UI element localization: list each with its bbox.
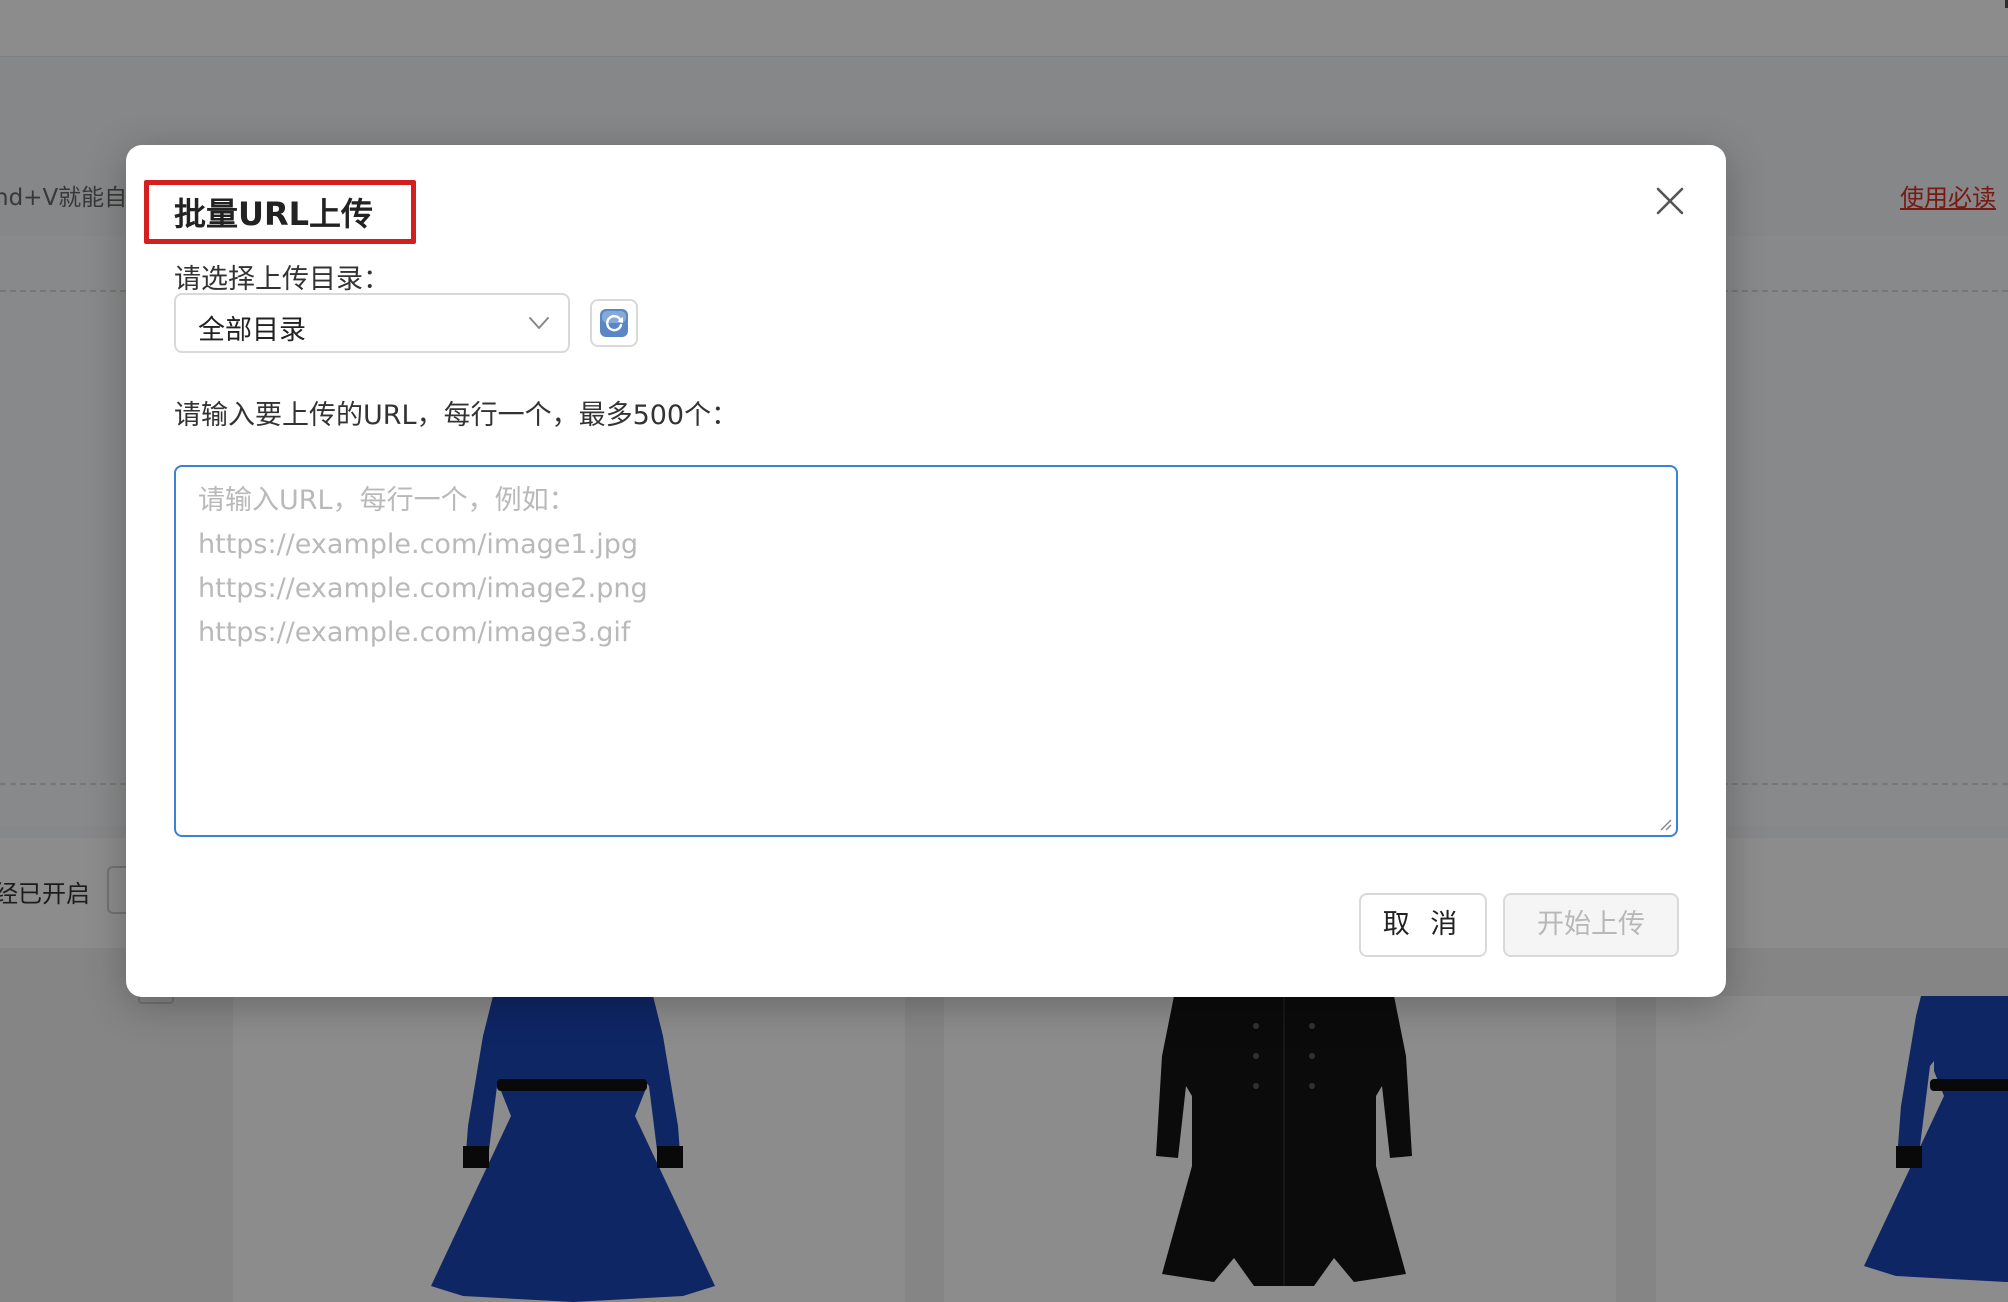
refresh-directory-button[interactable] xyxy=(590,299,638,347)
placeholder-line: https://example.com/image1.jpg xyxy=(198,529,638,560)
placeholder-line: 请输入URL，每行一个，例如： xyxy=(198,485,576,516)
placeholder-line: https://example.com/image2.png xyxy=(198,573,648,604)
placeholder-line: https://example.com/image3.gif xyxy=(198,617,631,648)
chevron-down-icon xyxy=(529,317,549,329)
resize-grip-icon[interactable] xyxy=(1658,817,1672,831)
start-upload-button[interactable]: 开始上传 xyxy=(1503,893,1679,957)
url-textarea[interactable]: 请输入URL，每行一个，例如： https://example.com/imag… xyxy=(174,465,1678,837)
close-button[interactable] xyxy=(1650,181,1690,221)
directory-label: 请选择上传目录： xyxy=(174,264,390,295)
refresh-icon xyxy=(600,309,628,337)
dialog-title: 批量URL上传 xyxy=(174,195,374,233)
url-input-label: 请输入要上传的URL，每行一个，最多500个： xyxy=(174,400,739,431)
batch-url-upload-dialog: 批量URL上传 请选择上传目录： 全部目录 请输入要上传的URL，每行一个，最多… xyxy=(126,145,1726,997)
directory-select[interactable]: 全部目录 xyxy=(174,293,570,353)
close-icon xyxy=(1656,187,1684,215)
cancel-button[interactable]: 取 消 xyxy=(1359,893,1487,957)
textarea-placeholder: 请输入URL，每行一个，例如： https://example.com/imag… xyxy=(198,479,648,655)
directory-selected-value: 全部目录 xyxy=(198,315,306,346)
